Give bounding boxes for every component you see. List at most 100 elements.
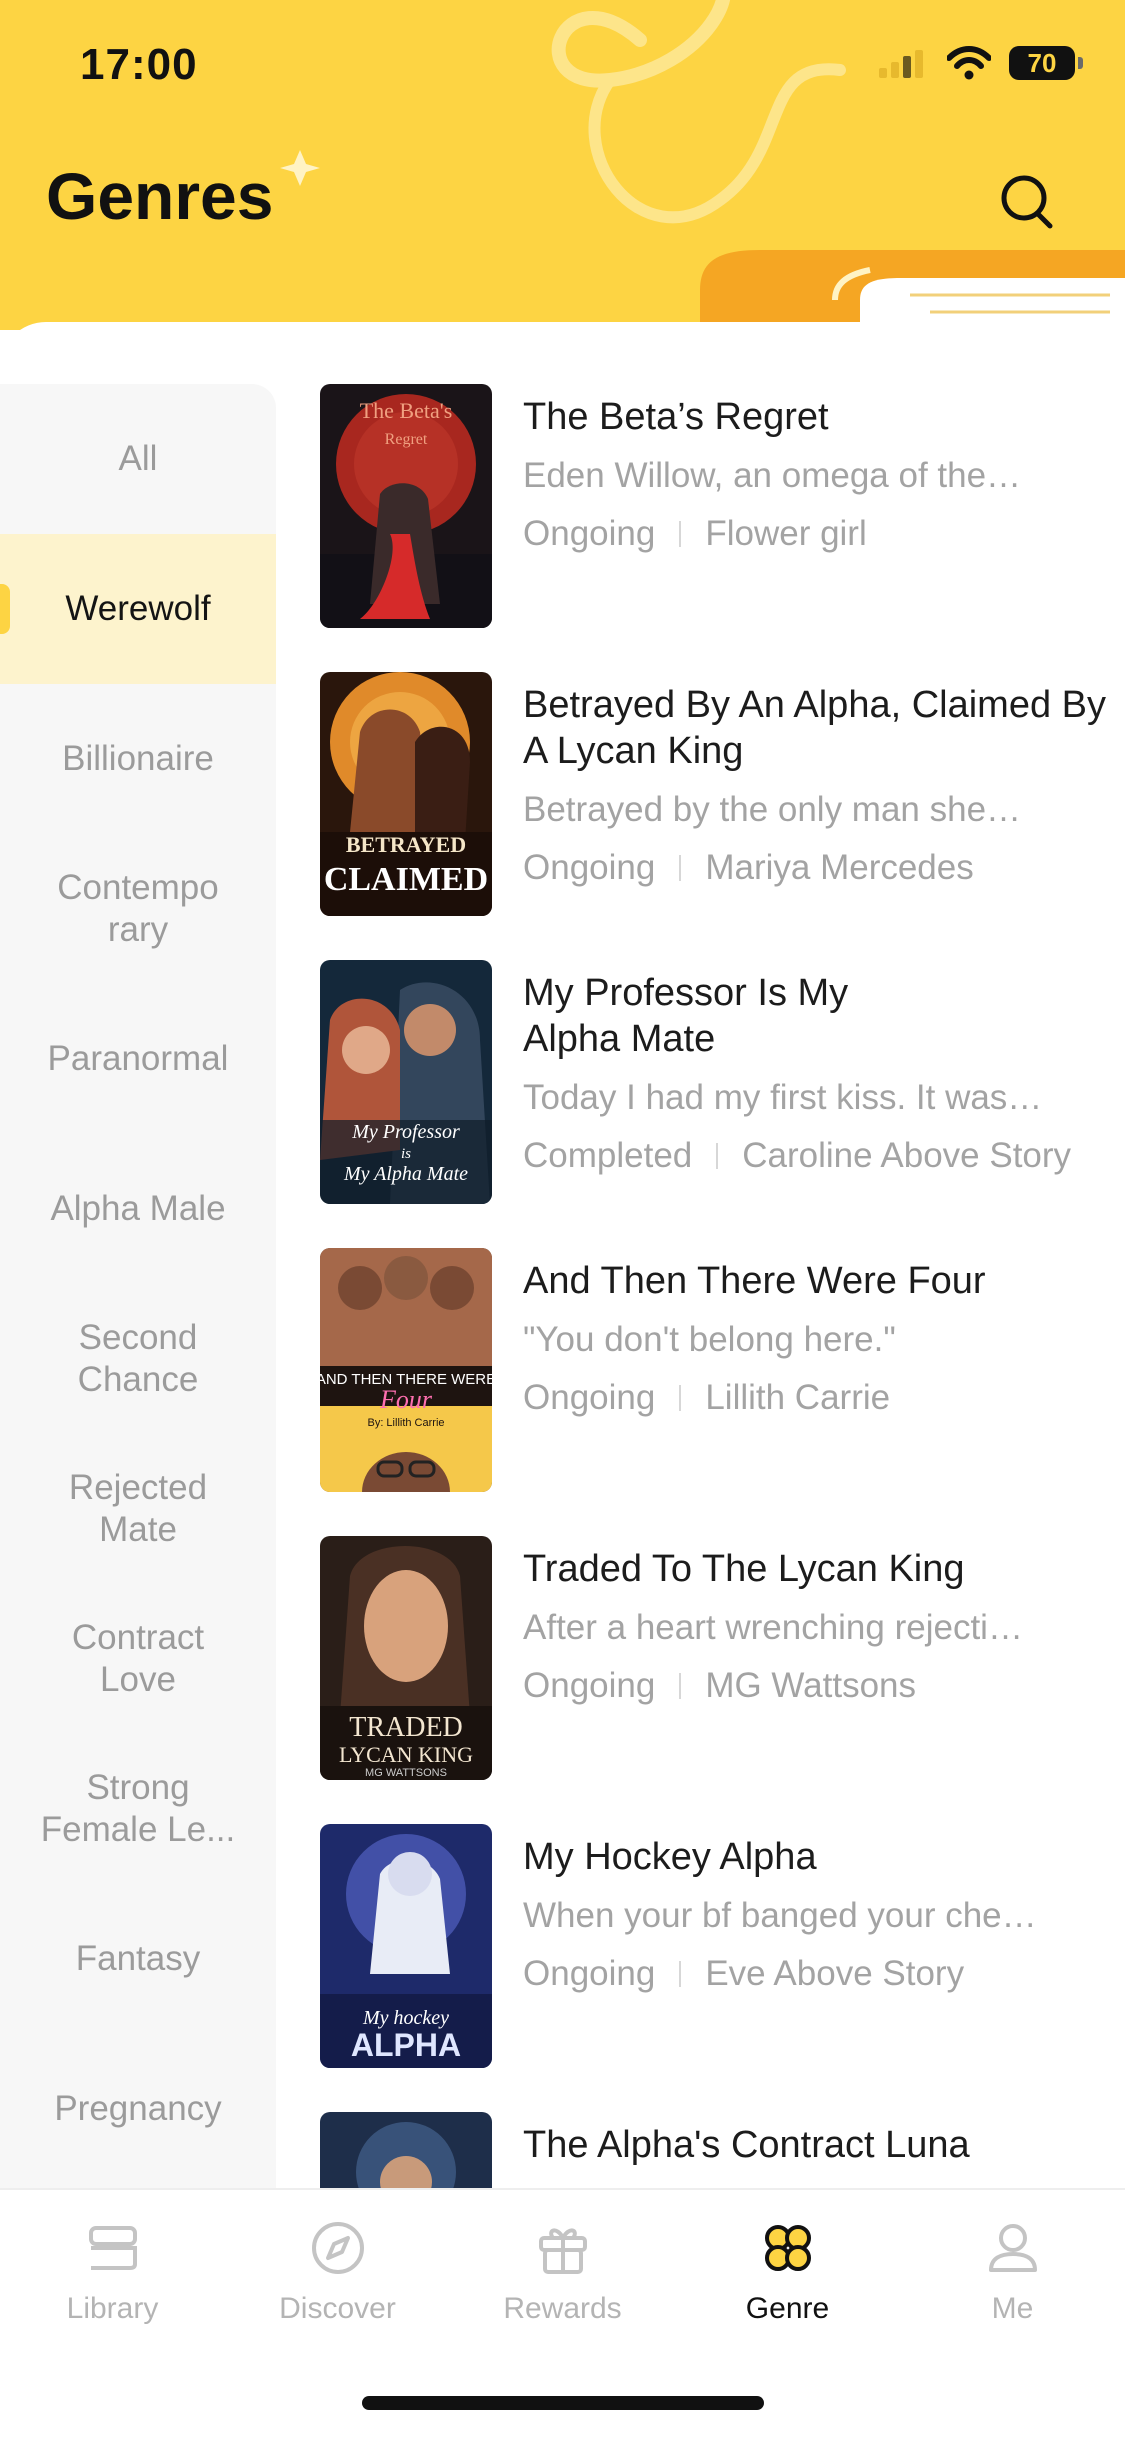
meta-divider	[679, 1385, 682, 1411]
gift-icon	[538, 2228, 587, 2274]
book-status: Ongoing	[523, 1666, 656, 1705]
tab-genre[interactable]: Genre	[675, 2218, 900, 2326]
cover-author: By: Lillith Carrie	[367, 1417, 444, 1429]
book-status: Ongoing	[523, 1378, 656, 1417]
book-card[interactable]: The Alpha's Contract Luna	[320, 2112, 1120, 2190]
cover-subtitle: LYCAN KING	[339, 1742, 473, 1767]
book-meta: Ongoing Lillith Carrie	[523, 1378, 1123, 1418]
meta-divider	[679, 1673, 682, 1699]
tab-discover[interactable]: Discover	[225, 2218, 450, 2326]
genre-label: Billionaire	[62, 739, 214, 778]
genre-label: All	[118, 439, 158, 478]
genre-item-rejected-mate[interactable]: Rejected Mate	[0, 1434, 276, 1584]
status-time: 17:00	[80, 40, 198, 89]
tab-label: Genre	[745, 2292, 830, 2325]
genre-item-pregnancy[interactable]: Pregnancy	[0, 2034, 276, 2184]
genre-label: Contemporary	[57, 868, 219, 949]
genre-label: Werewolf	[65, 589, 211, 628]
genre-item-contract-love[interactable]: Contract Love	[0, 1584, 276, 1734]
genre-item-contemporary[interactable]: Contemporary	[0, 834, 276, 984]
book-title[interactable]: My Hockey Alpha	[523, 1834, 1123, 1880]
genre-label: Rejected Mate	[68, 1468, 208, 1549]
book-card[interactable]: The Beta's Regret The Beta’s Regret Eden…	[320, 384, 1120, 630]
book-description: Eden Willow, an omega of the…	[523, 456, 1022, 495]
user-icon	[988, 2224, 1037, 2272]
tab-me[interactable]: Me	[900, 2218, 1125, 2326]
meta-divider	[679, 855, 682, 881]
cover-subtitle-2: My Alpha Mate	[343, 1163, 468, 1185]
genre-label: Contract Love	[71, 1618, 205, 1699]
book-description: After a heart wrenching rejecti…	[523, 1608, 1023, 1647]
genre-item-fantasy[interactable]: Fantasy	[0, 1884, 276, 2034]
cover-title: BETRAYED	[346, 832, 466, 857]
genre-label: Pregnancy	[54, 2089, 222, 2128]
tab-rewards[interactable]: Rewards	[450, 2218, 675, 2326]
book-cover[interactable]: BETRAYED CLAIMED	[320, 672, 492, 916]
cover-subtitle: CLAIMED	[324, 861, 488, 898]
book-meta: Ongoing Eve Above Story	[523, 1954, 1123, 1994]
book-author: Flower girl	[705, 514, 867, 553]
book-description: "You don't belong here."	[523, 1320, 896, 1359]
book-card[interactable]: TRADED LYCAN KING MG WATTSONS Traded To …	[320, 1536, 1120, 1782]
cover-title: TRADED	[349, 1712, 463, 1743]
content-panel: All Werewolf Billionaire Contemporary Pa…	[0, 322, 1125, 2190]
book-meta: Ongoing Mariya Mercedes	[523, 848, 1123, 888]
book-title[interactable]: The Alpha's Contract Luna	[523, 2122, 1123, 2168]
tab-label: Discover	[279, 2292, 396, 2325]
cover-subtitle: Four	[379, 1385, 433, 1414]
book-description: Today I had my first kiss. It was…	[523, 1078, 1043, 1117]
cover-subtitle: Regret	[385, 431, 428, 448]
book-cover[interactable]: The Beta's Regret	[320, 384, 492, 628]
book-author: Caroline Above Story	[742, 1136, 1072, 1175]
battery-indicator: 70	[1009, 46, 1083, 80]
book-card[interactable]: My hockey ALPHA My Hockey Alpha When you…	[320, 1824, 1120, 2070]
search-icon[interactable]	[994, 168, 1060, 234]
book-status: Ongoing	[523, 848, 656, 887]
genre-item-alpha-male[interactable]: Alpha Male	[0, 1134, 276, 1284]
book-author: MG Wattsons	[705, 1666, 917, 1705]
book-title[interactable]: Betrayed By An Alpha, Claimed By A Lycan…	[523, 682, 1123, 774]
book-meta: Ongoing Flower girl	[523, 514, 1123, 554]
home-indicator	[362, 2396, 764, 2410]
genre-item-all[interactable]: All	[0, 384, 276, 534]
tab-label: Rewards	[503, 2292, 622, 2325]
book-title[interactable]: Traded To The Lycan King	[523, 1546, 1123, 1592]
genre-item-strong-female-lead[interactable]: Strong Female Le...	[0, 1734, 276, 1884]
cover-subtitle: is	[401, 1146, 411, 1162]
genre-sidebar[interactable]: All Werewolf Billionaire Contemporary Pa…	[0, 384, 276, 2190]
genre-label: Strong Female Le...	[40, 1768, 236, 1849]
book-card[interactable]: My Professor is My Alpha Mate My Profess…	[320, 960, 1120, 1206]
genre-item-second-chance[interactable]: Second Chance	[0, 1284, 276, 1434]
book-card[interactable]: AND THEN THERE WERE Four By: Lillith Car…	[320, 1248, 1120, 1494]
cover-title: My hockey	[362, 2007, 449, 2029]
signal-icon	[879, 50, 923, 78]
meta-divider	[679, 521, 682, 547]
book-cover[interactable]	[320, 2112, 492, 2190]
page-title: Genres	[46, 159, 274, 233]
library-icon	[88, 2226, 137, 2270]
tab-label: Me	[991, 2292, 1034, 2325]
book-status: Ongoing	[523, 514, 656, 553]
book-title[interactable]: My Professor Is My Alpha Mate	[523, 970, 923, 1062]
genre-grid-icon	[764, 2225, 811, 2271]
cover-author: MG WATTSONS	[365, 1767, 447, 1779]
book-cover[interactable]: TRADED LYCAN KING MG WATTSONS	[320, 1536, 492, 1780]
compass-icon	[311, 2222, 364, 2274]
book-description: Betrayed by the only man she…	[523, 790, 1022, 829]
genre-label: Alpha Male	[50, 1189, 226, 1228]
book-card[interactable]: BETRAYED CLAIMED Betrayed By An Alpha, C…	[320, 672, 1120, 918]
tab-library[interactable]: Library	[0, 2218, 225, 2326]
book-author: Lillith Carrie	[705, 1378, 891, 1417]
book-status: Completed	[523, 1136, 693, 1175]
book-title[interactable]: And Then There Were Four	[523, 1258, 1123, 1304]
book-title[interactable]: The Beta’s Regret	[523, 394, 1123, 440]
book-cover[interactable]: My hockey ALPHA	[320, 1824, 492, 2068]
genre-item-werewolf[interactable]: Werewolf	[0, 534, 276, 684]
cover-subtitle: ALPHA	[351, 2027, 461, 2063]
meta-divider	[716, 1143, 719, 1169]
genre-item-billionaire[interactable]: Billionaire	[0, 684, 276, 834]
book-cover[interactable]: My Professor is My Alpha Mate	[320, 960, 492, 1204]
book-cover[interactable]: AND THEN THERE WERE Four By: Lillith Car…	[320, 1248, 492, 1492]
cover-title: The Beta's	[360, 398, 453, 423]
genre-item-paranormal[interactable]: Paranormal	[0, 984, 276, 1134]
